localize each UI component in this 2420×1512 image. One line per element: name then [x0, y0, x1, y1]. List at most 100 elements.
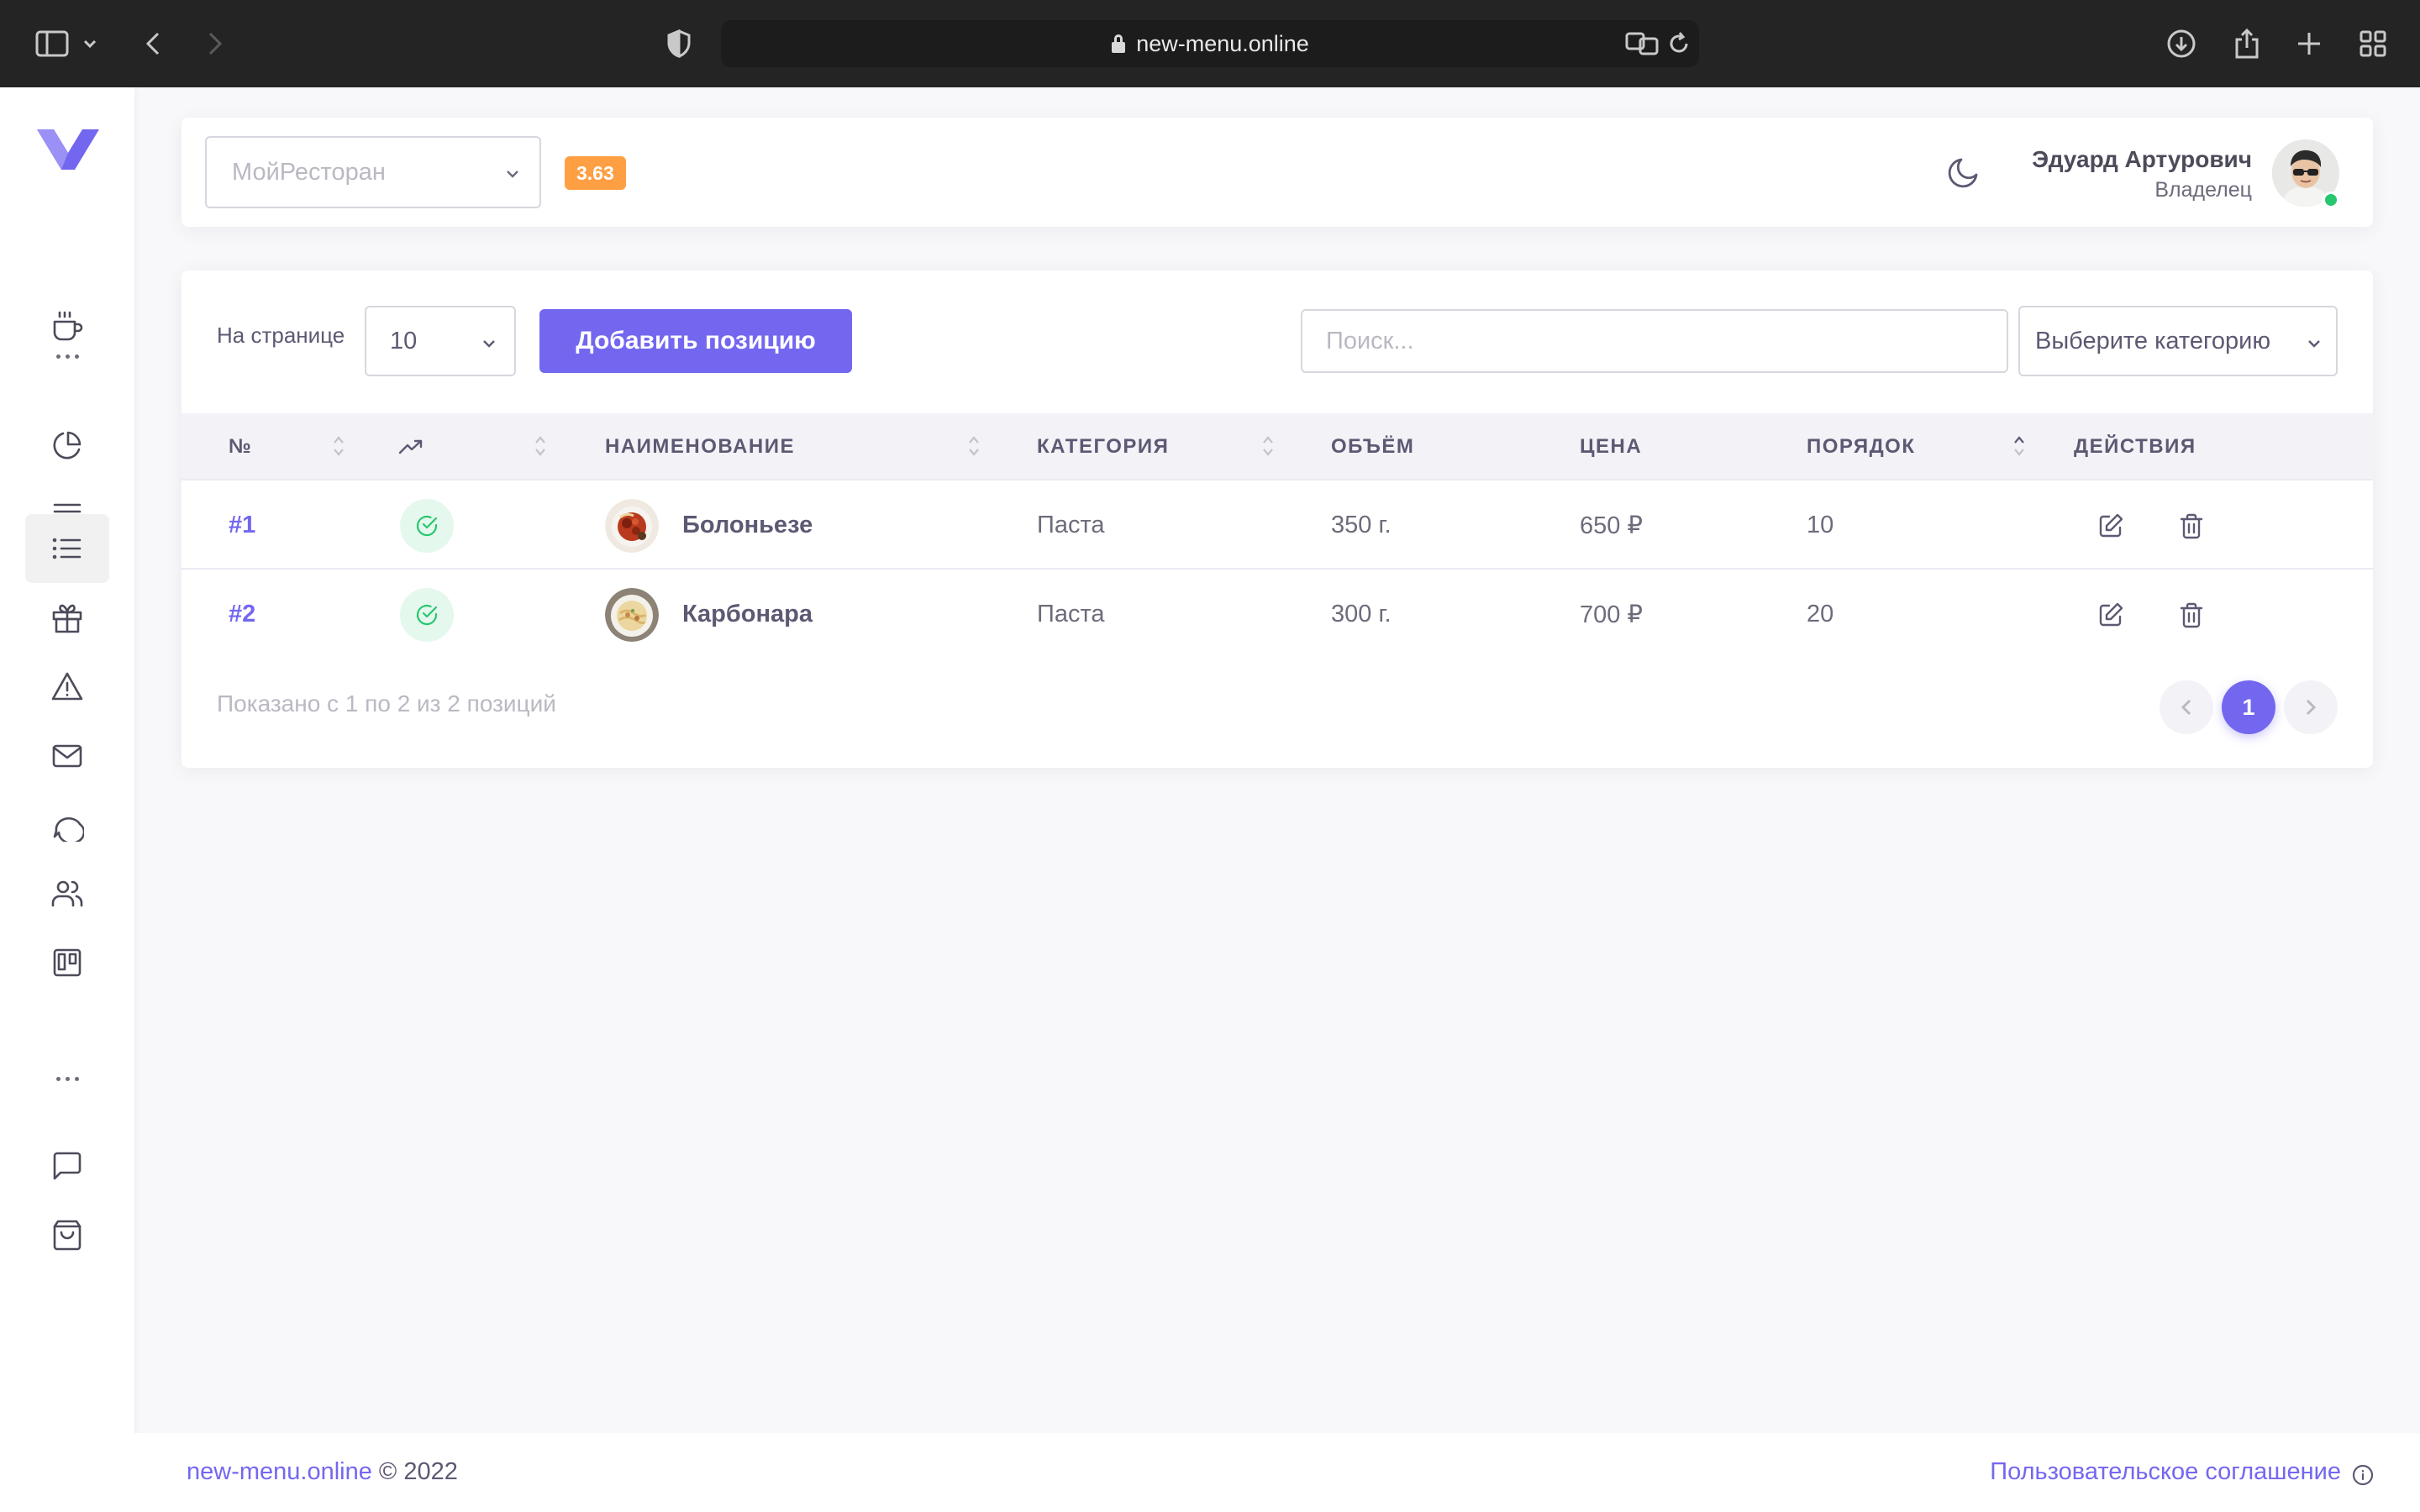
- list-icon: [52, 538, 82, 559]
- sidebar-item-menu[interactable]: [25, 514, 109, 583]
- column-header-num[interactable]: №: [229, 413, 252, 480]
- share-icon[interactable]: [2225, 22, 2269, 66]
- sidebar-item-board[interactable]: [25, 929, 109, 996]
- new-tab-icon[interactable]: [2287, 22, 2331, 66]
- pagination-prev-button[interactable]: [2160, 680, 2213, 734]
- restaurant-select-value: МойРесторан: [232, 158, 386, 186]
- back-icon[interactable]: [131, 22, 175, 66]
- active-status-icon[interactable]: [400, 499, 454, 553]
- pagination-next-button[interactable]: [2284, 680, 2338, 734]
- sort-icon[interactable]: [1262, 433, 1274, 459]
- row-id-link[interactable]: #2: [229, 570, 255, 659]
- column-header-category[interactable]: КАТЕГОРИЯ: [1037, 413, 1169, 480]
- mail-icon: [52, 744, 82, 768]
- sidebar-item-chat[interactable]: [25, 791, 109, 858]
- sidebar-item-stats[interactable]: [25, 412, 109, 479]
- browser-toolbar: new-menu.online: [0, 0, 2420, 87]
- chevron-right-icon: [2306, 699, 2317, 716]
- trello-icon: [53, 948, 82, 977]
- version-badge: 3.63: [565, 156, 626, 190]
- active-status-icon[interactable]: [400, 588, 454, 642]
- forward-icon[interactable]: [193, 22, 237, 66]
- dish-name: Карбонара: [682, 600, 813, 627]
- user-name[interactable]: Эдуард Артурович: [2032, 146, 2252, 173]
- chevron-down-icon[interactable]: [77, 22, 103, 66]
- restaurant-select[interactable]: МойРесторан: [205, 136, 541, 208]
- edit-icon[interactable]: [2094, 598, 2128, 632]
- sidebar-item-gifts[interactable]: [25, 585, 109, 652]
- column-header-volume: ОБЪЁМ: [1331, 435, 1415, 458]
- column-header-name[interactable]: НАИМЕНОВАНИЕ: [605, 413, 795, 480]
- dish-price: 650 ₽: [1580, 512, 1643, 539]
- online-status-dot: [2323, 192, 2339, 208]
- sidebar-item-shop[interactable]: [25, 1201, 109, 1268]
- sidebar-toggle-icon[interactable]: [30, 22, 74, 66]
- info-icon[interactable]: [2351, 1463, 2375, 1487]
- shield-icon[interactable]: [657, 22, 701, 66]
- message-circle-icon: [53, 816, 84, 842]
- chevron-left-icon: [2181, 699, 2191, 716]
- dish-category: Паста: [1037, 600, 1105, 627]
- sidebar-item-alerts[interactable]: [25, 654, 109, 721]
- trash-icon[interactable]: [2175, 598, 2208, 632]
- dish-volume: 300 г.: [1331, 600, 1392, 627]
- column-header-price: ЦЕНА: [1580, 435, 1643, 458]
- address-bar[interactable]: new-menu.online: [721, 20, 1699, 67]
- message-square-icon: [53, 1152, 82, 1180]
- sort-icon[interactable]: [968, 433, 980, 459]
- per-page-select[interactable]: 10: [365, 306, 516, 376]
- trending-up-icon[interactable]: [398, 413, 424, 480]
- user-role: Владелец: [2154, 178, 2252, 202]
- per-page-label: На странице: [217, 323, 345, 348]
- category-select-value: Выберите категорию: [2035, 327, 2271, 354]
- dish-image: [605, 499, 659, 553]
- column-header-order[interactable]: ПОРЯДОК: [1807, 413, 1916, 480]
- chevron-down-icon: [2304, 333, 2324, 360]
- menu-items-card: На странице 10 Добавить позицию Выберите…: [182, 270, 2373, 768]
- sidebar-item-users[interactable]: [25, 860, 109, 927]
- footer-copyright: new-menu.online © 2022: [187, 1458, 458, 1486]
- tab-overview-icon[interactable]: [2351, 22, 2395, 66]
- row-id-link[interactable]: #1: [229, 480, 255, 570]
- sidebar-item-mail[interactable]: [25, 722, 109, 790]
- category-select[interactable]: Выберите категорию: [2018, 306, 2338, 376]
- sort-icon[interactable]: [534, 433, 546, 459]
- sidebar: [0, 87, 134, 1512]
- column-header-actions: ДЕЙСТВИЯ: [2074, 435, 2196, 458]
- pagination-summary: Показано с 1 по 2 из 2 позиций: [217, 690, 556, 717]
- edit-icon[interactable]: [2094, 509, 2128, 543]
- pie-chart-icon: [53, 431, 82, 459]
- pagination-page-button[interactable]: 1: [2222, 680, 2275, 734]
- footer: new-menu.online © 2022 Пользовательское …: [134, 1433, 2420, 1512]
- trash-icon[interactable]: [2175, 509, 2208, 543]
- per-page-value: 10: [390, 327, 418, 354]
- footer-copyright-text: © 2022: [378, 1458, 458, 1485]
- user-agreement-link[interactable]: Пользовательское соглашение: [1990, 1458, 2341, 1486]
- sidebar-item-messages[interactable]: [25, 1132, 109, 1200]
- dish-price: 700 ₽: [1580, 601, 1643, 628]
- dish-volume: 350 г.: [1331, 511, 1392, 538]
- moon-icon[interactable]: [1944, 155, 1981, 192]
- sort-icon[interactable]: [333, 433, 345, 459]
- search-input[interactable]: [1301, 309, 2008, 373]
- alert-triangle-icon: [51, 672, 83, 701]
- url-text: new-menu.online: [1136, 30, 1309, 56]
- sidebar-more-icon: [25, 339, 109, 373]
- chevron-down-icon: [479, 333, 499, 360]
- reload-icon[interactable]: [1657, 22, 1701, 66]
- lock-icon: [1111, 34, 1126, 53]
- logo-icon[interactable]: [37, 124, 99, 175]
- dish-order: 10: [1807, 511, 1834, 538]
- dish-image: [605, 588, 659, 642]
- users-icon: [51, 880, 83, 907]
- table-row: #2 Карбонара Паста 300 г. 700 ₽ 20: [182, 570, 2373, 659]
- sort-up-icon[interactable]: [2013, 433, 2025, 459]
- download-icon[interactable]: [2160, 22, 2203, 66]
- table-header: № НАИМЕНОВАНИЕ КАТЕГОРИЯ ОБЪЁМ ЦЕНА ПОРЯ…: [182, 413, 2373, 480]
- coffee-icon: [53, 311, 83, 341]
- footer-site-link[interactable]: new-menu.online: [187, 1458, 372, 1485]
- add-item-button[interactable]: Добавить позицию: [539, 309, 852, 373]
- table-row: #1 Болоньезе Паста 350 г. 650 ₽ 10: [182, 480, 2373, 570]
- sidebar-more-icon-2: [25, 1062, 109, 1095]
- shopping-bag-icon: [53, 1220, 82, 1251]
